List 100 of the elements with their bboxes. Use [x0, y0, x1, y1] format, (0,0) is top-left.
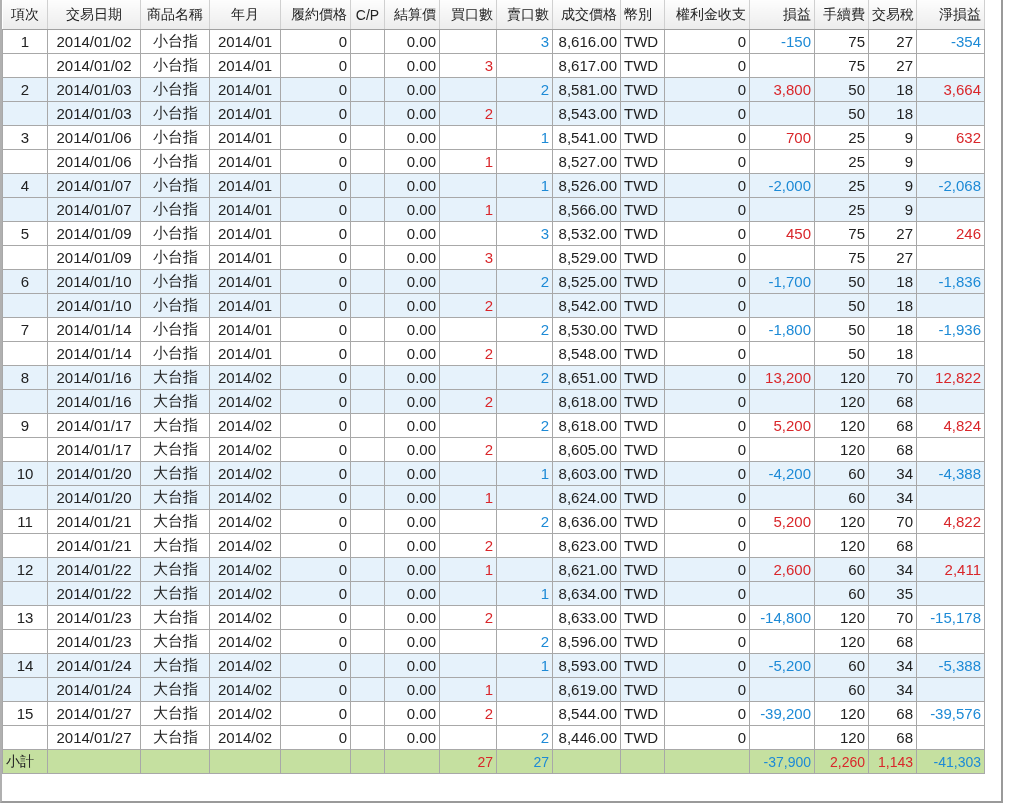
column-header[interactable]: 淨損益 [916, 0, 985, 30]
table-cell: 0 [338, 657, 347, 674]
table-cell: 8,618.00 [558, 417, 617, 434]
table-cell: TWD [624, 705, 659, 722]
table-cell: 0.00 [406, 249, 436, 266]
table-cell: 2014/01/10 [56, 273, 132, 290]
table-cell: 1 [484, 561, 493, 578]
table-cell: 0 [737, 585, 746, 602]
column-header[interactable]: 幣別 [620, 0, 665, 30]
table-cell: TWD [624, 321, 659, 338]
table-cell: 2014/01/02 [56, 57, 132, 74]
column-header[interactable]: 交易稅 [868, 0, 917, 30]
table-cell: 2014/02 [217, 441, 273, 458]
table-cell: 大台指 [152, 704, 198, 721]
table-cell: 0 [338, 393, 347, 410]
table-cell: 2014/02 [217, 633, 273, 650]
table-cell: 0 [338, 177, 347, 194]
table-cell: 大台指 [152, 632, 198, 649]
table-cell: 5 [20, 225, 30, 242]
table-cell: -1,800 [768, 321, 811, 338]
table-cell: 450 [785, 225, 811, 242]
table-cell: 2 [20, 81, 30, 98]
table-cell: TWD [624, 609, 659, 626]
table-cell: 2014/01/03 [56, 81, 132, 98]
table-cell: 11 [17, 513, 33, 530]
table-cell: 8,529.00 [558, 249, 617, 266]
column-header[interactable]: 成交價格 [552, 0, 621, 30]
table-cell: 60 [848, 681, 865, 698]
table-cell: 8,530.00 [558, 321, 617, 338]
table-cell: 大台指 [152, 728, 198, 745]
table-cell: 0 [737, 321, 746, 338]
table-cell: 0 [338, 273, 347, 290]
table-cell: 70 [896, 513, 913, 530]
table-cell: 0 [737, 417, 746, 434]
table-cell: 0 [338, 441, 347, 458]
table-cell: 2014/01/14 [56, 345, 132, 362]
table-cell: 120 [839, 633, 865, 650]
table-cell: 0.00 [406, 417, 436, 434]
table-cell: -4,200 [768, 465, 811, 482]
column-header[interactable]: 買口數 [439, 0, 497, 30]
table-cell: 2014/01/22 [56, 561, 132, 578]
table-cell: 0 [338, 321, 347, 338]
column-header[interactable]: 項次 [2, 0, 48, 30]
column-header[interactable]: 損益 [749, 0, 815, 30]
column-header[interactable]: 交易日期 [47, 0, 141, 30]
table-cell: 8,651.00 [558, 369, 617, 386]
table-cell: 68 [896, 729, 913, 746]
table-cell: 8,526.00 [558, 177, 617, 194]
column-header[interactable]: C/P [350, 0, 385, 30]
table-cell: 小台指 [152, 344, 198, 361]
table-cell: 0.00 [406, 513, 436, 530]
column-header[interactable]: 結算價 [384, 0, 440, 30]
table-cell: 2014/01/09 [56, 225, 132, 242]
table-cell: 小台指 [152, 200, 198, 217]
table-cell: TWD [624, 201, 659, 218]
table-cell: 50 [848, 273, 865, 290]
table-cell: 18 [896, 273, 913, 290]
table-cell: 大台指 [152, 536, 198, 553]
table-cell: 15 [16, 705, 34, 722]
table-cell: 14 [16, 657, 34, 674]
table-cell: 0.00 [406, 441, 436, 458]
table-cell: 小台指 [152, 248, 198, 265]
table-cell: 0 [737, 129, 746, 146]
table-cell: 18 [896, 81, 913, 98]
table-cell: TWD [624, 513, 659, 530]
column-header[interactable]: 年月 [209, 0, 281, 30]
table-cell: 68 [896, 633, 913, 650]
table-cell: 0 [737, 201, 746, 218]
table-cell: 1 [20, 33, 30, 50]
table-cell: 2014/01 [217, 249, 273, 266]
column-header[interactable]: 履約價格 [280, 0, 351, 30]
table-cell: 34 [896, 465, 913, 482]
table-cell: 8,446.00 [558, 729, 617, 746]
table-cell: 0.00 [406, 705, 436, 722]
table-cell: 68 [896, 417, 913, 434]
table-cell: 0.00 [406, 681, 436, 698]
table-cell: 2014/01/17 [56, 417, 132, 434]
table-cell: 0 [338, 489, 347, 506]
column-header[interactable]: 商品名稱 [140, 0, 210, 30]
table-cell: 246 [955, 225, 981, 242]
table-cell: 0 [737, 465, 746, 482]
table-cell: 0 [737, 153, 746, 170]
table-cell: 2 [540, 729, 549, 746]
table-cell: -5,200 [768, 657, 811, 674]
table-cell: 0 [338, 609, 347, 626]
table-cell: 75 [848, 57, 865, 74]
table-cell: 34 [896, 681, 913, 698]
column-header[interactable]: 手續費 [814, 0, 869, 30]
table-cell: TWD [624, 297, 659, 314]
table-cell: 25 [848, 177, 865, 194]
table-cell: 1 [540, 657, 549, 674]
table-cell: 0.00 [406, 153, 436, 170]
table-cell: 700 [785, 129, 811, 146]
column-header[interactable]: 賣口數 [496, 0, 553, 30]
column-header[interactable]: 權利金收支 [664, 0, 750, 30]
table-cell: 大台指 [152, 440, 198, 457]
table-cell: 小台指 [152, 152, 198, 169]
table-cell: 2014/01 [217, 153, 273, 170]
table-cell: 0 [737, 561, 746, 578]
table-cell: 2014/02 [217, 585, 273, 602]
